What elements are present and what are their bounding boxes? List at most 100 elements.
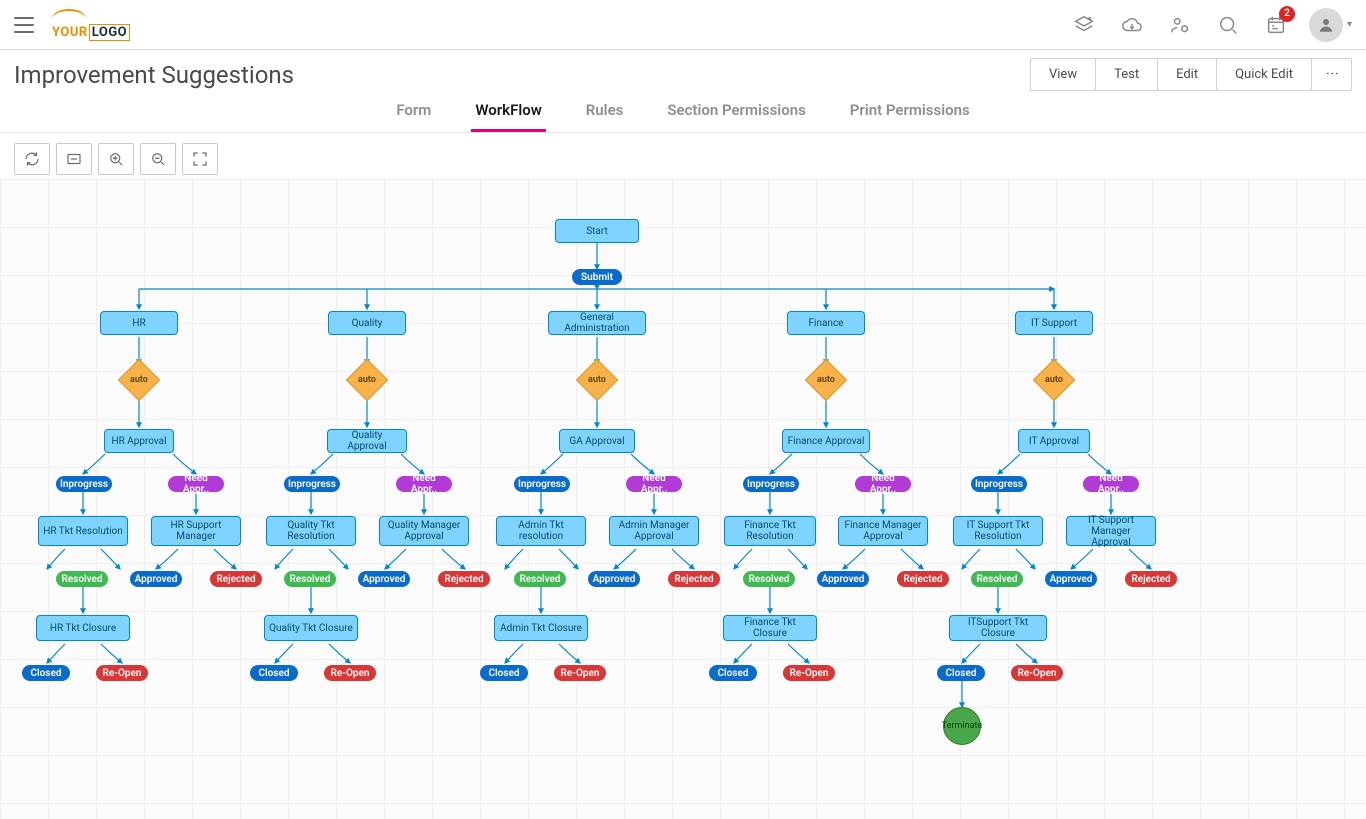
node-finance-tkt[interactable]: Finance Tkt Resolution — [724, 516, 816, 546]
tab-rules[interactable]: Rules — [582, 101, 628, 132]
node-dept-ga[interactable]: General Administration — [548, 311, 646, 335]
search-icon[interactable] — [1213, 10, 1243, 40]
pill-hr-inprogress[interactable]: Inprogress — [56, 476, 112, 492]
node-hr-approval[interactable]: HR Approval — [104, 429, 174, 453]
diamond-it[interactable]: auto — [1033, 359, 1075, 401]
node-dept-finance[interactable]: Finance — [787, 311, 865, 335]
user-settings-icon[interactable] — [1165, 10, 1195, 40]
node-it-mgr[interactable]: IT Support Manager Approval — [1066, 516, 1156, 546]
pill-ga-rejected[interactable]: Rejected — [668, 571, 720, 587]
node-dept-hr[interactable]: HR — [100, 311, 178, 335]
pill-ga-closed[interactable]: Closed — [480, 665, 528, 681]
pill-ga-needappr[interactable]: Need Appr.. — [626, 476, 682, 492]
pill-quality-approved[interactable]: Approved — [358, 571, 410, 587]
pill-ga-inprogress[interactable]: Inprogress — [514, 476, 570, 492]
action-buttons: View Test Edit Quick Edit ⋮ — [1030, 58, 1352, 91]
pill-quality-needappr[interactable]: Need Appr.. — [396, 476, 452, 492]
pill-finance-rejected[interactable]: Rejected — [897, 571, 949, 587]
pill-it-rejected[interactable]: Rejected — [1125, 571, 1177, 587]
cloud-download-icon[interactable] — [1117, 10, 1147, 40]
node-ga-closure[interactable]: Admin Tkt Closure — [494, 615, 588, 641]
node-ga-tkt[interactable]: Admin Tkt resolution — [496, 516, 586, 546]
pill-quality-resolved[interactable]: Resolved — [284, 571, 336, 587]
node-quality-mgr[interactable]: Quality Manager Approval — [379, 516, 469, 546]
test-button[interactable]: Test — [1096, 59, 1158, 90]
diamond-finance[interactable]: auto — [805, 359, 847, 401]
connectors — [0, 179, 1366, 819]
logo[interactable]: YOURLOGO — [52, 10, 130, 40]
pill-it-inprogress[interactable]: Inprogress — [971, 476, 1027, 492]
tab-section[interactable]: Section Permissions — [663, 101, 809, 132]
pill-finance-approved[interactable]: Approved — [817, 571, 869, 587]
zoom-in-button[interactable] — [98, 143, 134, 175]
node-it-closure[interactable]: ITSupport Tkt Closure — [949, 615, 1047, 641]
fullscreen-button[interactable] — [182, 143, 218, 175]
node-quality-closure[interactable]: Quality Tkt Closure — [264, 615, 358, 641]
workflow-toolbar — [0, 133, 1366, 179]
node-ga-mgr[interactable]: Admin Manager Approval — [609, 516, 699, 546]
menu-icon[interactable] — [14, 17, 34, 33]
pill-finance-inprogress[interactable]: Inprogress — [743, 476, 799, 492]
node-it-tkt[interactable]: IT Support Tkt Resolution — [953, 516, 1043, 546]
pill-it-closed[interactable]: Closed — [937, 665, 985, 681]
node-hr-closure[interactable]: HR Tkt Closure — [36, 615, 130, 641]
diamond-hr[interactable]: auto — [118, 359, 160, 401]
node-it-approval[interactable]: IT Approval — [1018, 429, 1090, 453]
more-button[interactable]: ⋮ — [1312, 59, 1351, 90]
pill-finance-closed[interactable]: Closed — [709, 665, 757, 681]
node-dept-it[interactable]: IT Support — [1015, 311, 1093, 335]
layers-add-icon[interactable] — [1069, 10, 1099, 40]
pill-hr-rejected[interactable]: Rejected — [210, 571, 262, 587]
pill-it-resolved[interactable]: Resolved — [971, 571, 1023, 587]
pill-quality-inprogress[interactable]: Inprogress — [284, 476, 340, 492]
pill-it-approved[interactable]: Approved — [1045, 571, 1097, 587]
pill-it-reopen[interactable]: Re-Open — [1011, 665, 1063, 681]
node-finance-closure[interactable]: Finance Tkt Closure — [723, 615, 817, 641]
pill-finance-needappr[interactable]: Need Appr.. — [855, 476, 911, 492]
diamond-ga[interactable]: auto — [576, 359, 618, 401]
pill-hr-resolved[interactable]: Resolved — [56, 571, 108, 587]
pill-hr-needappr[interactable]: Need Appr.. — [168, 476, 224, 492]
node-hr-mgr[interactable]: HR Support Manager — [151, 516, 241, 546]
refresh-button[interactable] — [14, 143, 50, 175]
pill-hr-closed[interactable]: Closed — [22, 665, 70, 681]
pill-ga-resolved[interactable]: Resolved — [514, 571, 566, 587]
node-finance-mgr[interactable]: Finance Manager Approval — [838, 516, 928, 546]
pill-ga-reopen[interactable]: Re-Open — [554, 665, 606, 681]
diamond-quality[interactable]: auto — [346, 359, 388, 401]
node-start[interactable]: Start — [555, 219, 639, 243]
pill-ga-approved[interactable]: Approved — [588, 571, 640, 587]
pill-quality-closed[interactable]: Closed — [250, 665, 298, 681]
tab-form[interactable]: Form — [392, 101, 435, 132]
node-ga-approval[interactable]: GA Approval — [559, 429, 635, 453]
pill-quality-reopen[interactable]: Re-Open — [324, 665, 376, 681]
tab-print[interactable]: Print Permissions — [846, 101, 974, 132]
pill-finance-resolved[interactable]: Resolved — [743, 571, 795, 587]
edit-button[interactable]: Edit — [1158, 59, 1217, 90]
node-terminate[interactable]: Terminate — [943, 707, 981, 745]
view-button[interactable]: View — [1031, 59, 1096, 90]
node-quality-tkt[interactable]: Quality Tkt Resolution — [266, 516, 356, 546]
pill-it-needappr[interactable]: Need Appr.. — [1083, 476, 1139, 492]
tabs: Form WorkFlow Rules Section Permissions … — [0, 95, 1366, 133]
calendar-report-icon[interactable]: 2 — [1261, 10, 1291, 40]
node-hr-tkt[interactable]: HR Tkt Resolution — [38, 516, 128, 546]
quick-edit-button[interactable]: Quick Edit — [1217, 59, 1312, 90]
pill-submit[interactable]: Submit — [572, 269, 622, 285]
pill-finance-reopen[interactable]: Re-Open — [783, 665, 835, 681]
pill-hr-approved[interactable]: Approved — [130, 571, 182, 587]
pill-hr-reopen[interactable]: Re-Open — [96, 665, 148, 681]
pill-quality-rejected[interactable]: Rejected — [438, 571, 490, 587]
node-finance-approval[interactable]: Finance Approval — [782, 429, 870, 453]
tab-workflow[interactable]: WorkFlow — [471, 101, 545, 132]
subheader: Improvement Suggestions View Test Edit Q… — [0, 50, 1366, 95]
chevron-down-icon: ▾ — [1347, 19, 1352, 30]
workflow-canvas[interactable]: Start Submit HR auto HR Approval Inprogr… — [0, 179, 1366, 819]
fit-button[interactable] — [56, 143, 92, 175]
app-bar: YOURLOGO 2 ▾ — [0, 0, 1366, 50]
user-menu[interactable]: ▾ — [1309, 8, 1352, 42]
node-dept-quality[interactable]: Quality — [328, 311, 406, 335]
notification-badge: 2 — [1279, 6, 1295, 22]
node-quality-approval[interactable]: Quality Approval — [327, 429, 407, 453]
zoom-out-button[interactable] — [140, 143, 176, 175]
